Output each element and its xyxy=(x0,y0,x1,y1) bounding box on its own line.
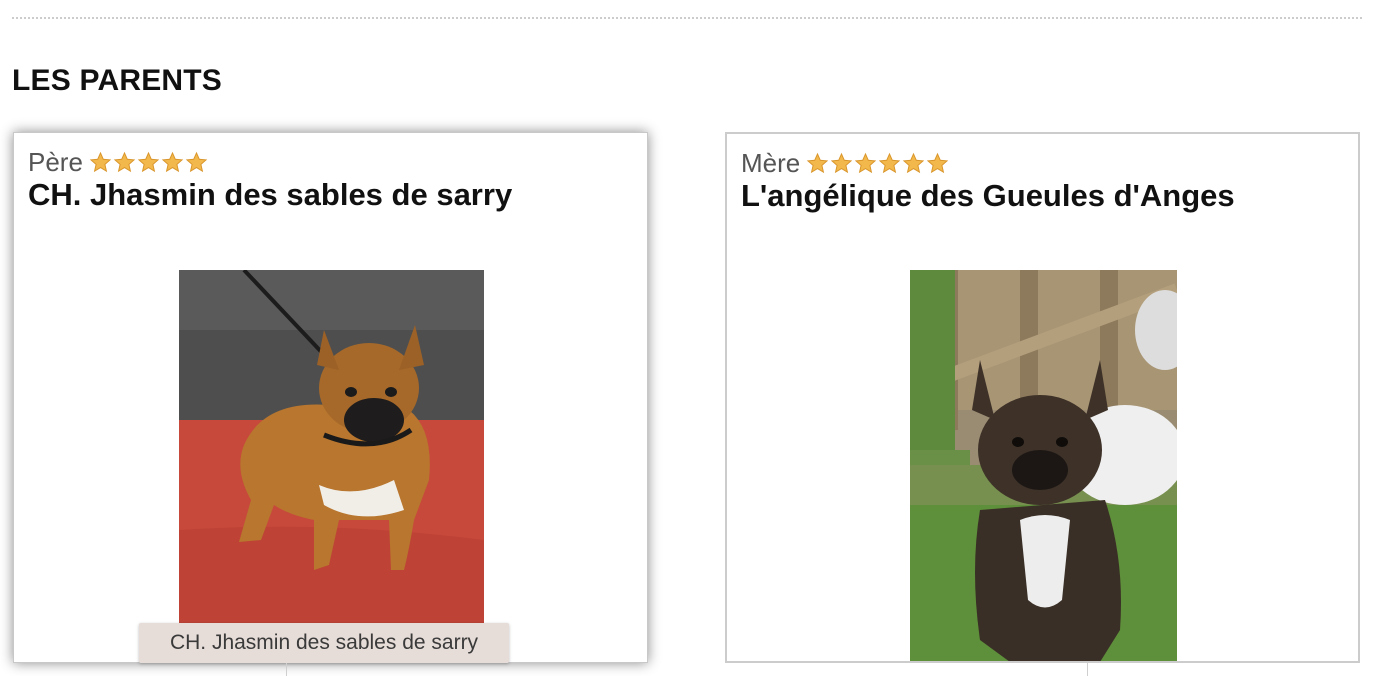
star-icon xyxy=(903,152,925,173)
role-line: Mère xyxy=(741,148,949,178)
star-icon xyxy=(89,151,112,172)
parent-card-mother[interactable]: Mère L'angélique des Gueules d'Anges xyxy=(725,132,1360,663)
star-rating xyxy=(806,152,949,175)
star-icon xyxy=(807,152,829,173)
image-tooltip: CH. Jhasmin des sables de sarry xyxy=(139,623,509,663)
star-icon xyxy=(927,152,949,173)
star-icon xyxy=(137,151,160,172)
star-rating xyxy=(89,151,208,174)
dog-photo-father[interactable] xyxy=(179,270,484,663)
star-icon xyxy=(831,152,853,173)
dog-name[interactable]: CH. Jhasmin des sables de sarry xyxy=(28,177,512,213)
dog-photo-mother[interactable] xyxy=(910,270,1177,663)
star-icon xyxy=(185,151,208,172)
dotted-divider xyxy=(12,17,1362,19)
role-label: Mère xyxy=(741,147,801,178)
star-icon xyxy=(113,151,136,172)
star-icon xyxy=(879,152,901,173)
star-icon xyxy=(855,152,877,173)
section-title: LES PARENTS xyxy=(12,64,223,97)
table-gridline xyxy=(1087,663,1088,676)
table-gridline xyxy=(286,663,287,676)
dog-name[interactable]: L'angélique des Gueules d'Anges xyxy=(741,178,1235,214)
parent-card-father[interactable]: Père CH. Jhasmin des sables de sarry xyxy=(13,132,648,663)
role-label: Père xyxy=(28,146,83,177)
role-line: Père xyxy=(28,147,208,177)
star-icon xyxy=(161,151,184,172)
